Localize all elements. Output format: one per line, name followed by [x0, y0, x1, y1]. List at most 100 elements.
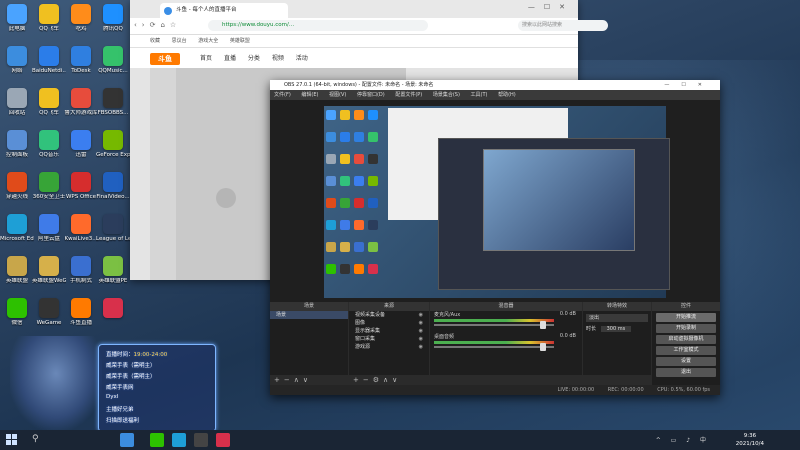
desktop-icon[interactable]: FBSOBBS... [96, 88, 130, 117]
browser-search-box[interactable]: 搜索以此网站搜索 [518, 20, 608, 31]
captured-icon [340, 242, 350, 252]
window-controls[interactable]: —☐✕ [528, 3, 574, 11]
desktop-icon[interactable]: QQ飞车 [32, 88, 66, 117]
eye-icon[interactable]: ◉ [419, 311, 423, 319]
desktop-icon[interactable]: QQ音乐 [32, 130, 66, 159]
app-icon [71, 88, 91, 108]
site-nav-item[interactable]: 直播 [224, 55, 236, 62]
desktop-icon[interactable]: 迅雷 [64, 130, 98, 159]
app-icon [7, 88, 27, 108]
desktop-icon[interactable]: QQ飞车 [32, 4, 66, 33]
desktop-icon[interactable]: 控制面板 [0, 130, 34, 159]
obs-window-controls[interactable]: —☐✕ [664, 80, 714, 90]
volume-fader[interactable] [434, 343, 554, 351]
search-icon[interactable]: ⚲ [32, 434, 39, 444]
clock-date: 2021/10/4 [735, 441, 764, 447]
settings-button[interactable]: 设置 [656, 357, 716, 366]
site-nav-item[interactable]: 首页 [200, 55, 212, 62]
eye-icon[interactable]: ◉ [419, 343, 423, 351]
captured-icon [340, 154, 350, 164]
eye-icon[interactable]: ◉ [419, 319, 423, 327]
desktop-icon[interactable]: 鲁大师游戏库 [64, 88, 98, 117]
desktop-icon[interactable]: 此电脑 [0, 4, 34, 33]
windows-start-icon[interactable] [6, 434, 18, 446]
obs-taskbar-icon[interactable] [194, 433, 208, 447]
task-view-icon[interactable] [120, 433, 134, 447]
desktop-icon[interactable]: BaiduNetdi... [32, 46, 66, 75]
obs-preview[interactable] [270, 100, 720, 302]
browser-tab[interactable]: 斗鱼 - 每个人的直播平台 [160, 3, 288, 18]
desktop-icon[interactable]: GeForce Experience [96, 130, 130, 159]
desktop-icon[interactable]: 吃鸡 [64, 4, 98, 33]
site-nav-item[interactable]: 分类 [248, 55, 260, 62]
desktop-icon[interactable]: 英雄联盟WeGame [32, 256, 66, 285]
start-streaming-button[interactable]: 开始推流 [656, 313, 716, 322]
desktop-icon[interactable]: 英雄联盟PE [96, 256, 130, 285]
desktop-icon[interactable]: 微信 [0, 298, 34, 327]
desktop-icon[interactable]: 英雄联盟 [0, 256, 34, 285]
desktop-icon[interactable]: 手机制式 [64, 256, 98, 285]
eye-icon[interactable]: ◉ [419, 335, 423, 343]
bookmark-item[interactable]: 游戏大全 [198, 38, 218, 44]
menu-item[interactable]: 停靠窗口(D) [357, 92, 385, 98]
sources-toolbar[interactable]: +−⚙∧∨ [349, 375, 429, 385]
scenes-toolbar[interactable]: +−∧∨ [270, 375, 348, 385]
app-taskbar-icon[interactable] [216, 433, 230, 447]
scenes-list: 场景 [270, 311, 348, 375]
desktop-icon[interactable]: Microsoft Edge [0, 214, 34, 243]
desktop-icon[interactable]: 斗鱼直播 [64, 298, 98, 327]
menu-item[interactable]: 帮助(H) [498, 92, 516, 98]
volume-fader[interactable] [434, 321, 554, 329]
desktop-icon[interactable]: 360安全卫士 [32, 172, 66, 201]
source-item[interactable]: 窗口采集 ◉ [349, 335, 429, 343]
menu-item[interactable]: 编辑(E) [301, 92, 318, 98]
source-item[interactable]: 视频采集设备 ◉ [349, 311, 429, 319]
desktop-icon[interactable]: 阿里云盘 [32, 214, 66, 243]
desktop-icon-label: 此电脑 [8, 26, 26, 32]
app-icon [39, 298, 59, 318]
studio-mode-button[interactable]: 工作室模式 [656, 346, 716, 355]
bookmark-item[interactable]: 收藏 [150, 38, 160, 44]
virtual-camera-button[interactable]: 启动虚拟摄像机 [656, 335, 716, 344]
desktop-icon[interactable] [96, 298, 130, 320]
duration-input[interactable]: 300 ms [600, 326, 632, 332]
site-nav-item[interactable]: 视频 [272, 55, 284, 62]
eye-icon[interactable]: ◉ [419, 327, 423, 335]
desktop-icon[interactable]: 腾讯QQ [96, 4, 130, 33]
url-field[interactable]: https://www.douyu.com/... [208, 20, 428, 31]
site-nav-item[interactable]: 活动 [296, 55, 308, 62]
source-item[interactable]: 显示器采集 ◉ [349, 327, 429, 335]
desktop-icon[interactable]: KwaiLive3... [64, 214, 98, 243]
app-icon [71, 172, 91, 192]
desktop-icon[interactable]: WeGame [32, 298, 66, 327]
desktop-icon[interactable]: 回收站 [0, 88, 34, 117]
desktop-icon[interactable]: QQMusic... [96, 46, 130, 75]
bookmark-item[interactable]: 英雄联盟 [230, 38, 250, 44]
menu-item[interactable]: 场景集合(S) [433, 92, 460, 98]
system-tray[interactable]: ^ ▭ ♪ 中 [656, 435, 710, 444]
menu-item[interactable]: 视图(V) [329, 92, 346, 98]
start-recording-button[interactable]: 开始录制 [656, 324, 716, 333]
edge-taskbar-icon[interactable] [172, 433, 186, 447]
menu-item[interactable]: 文件(F) [274, 92, 291, 98]
source-item[interactable]: 图像 ◉ [349, 319, 429, 327]
exit-button[interactable]: 退出 [656, 368, 716, 377]
channel-name: 麦克风/Aux [434, 312, 461, 318]
desktop-icon[interactable]: 穿越火线 [0, 172, 34, 201]
nav-buttons[interactable]: ‹›⟳⌂☆ [134, 21, 181, 29]
transition-select[interactable]: 淡出 [586, 314, 648, 322]
desktop-icon[interactable]: 网络 [0, 46, 34, 75]
douyu-logo[interactable]: 斗鱼 [150, 53, 180, 65]
desktop-icon[interactable]: ToDesk [64, 46, 98, 75]
source-item[interactable]: 游戏源 ◉ [349, 343, 429, 351]
scene-item[interactable]: 场景 [270, 311, 348, 319]
desktop-icon[interactable]: WPS Office [64, 172, 98, 201]
wechat-taskbar-icon[interactable] [150, 433, 164, 447]
menu-item[interactable]: 配置文件(P) [395, 92, 422, 98]
menu-item[interactable]: 工具(T) [471, 92, 488, 98]
desktop-icon[interactable]: League of Legends [96, 214, 130, 243]
live-timer: LIVE: 00:00:00 [557, 387, 595, 393]
taskbar-clock[interactable]: 9:36 2021/10/4 [736, 432, 764, 448]
desktop-icon[interactable]: FinalVideo... [96, 172, 130, 201]
bookmark-item[interactable]: 思议台 [172, 38, 187, 44]
